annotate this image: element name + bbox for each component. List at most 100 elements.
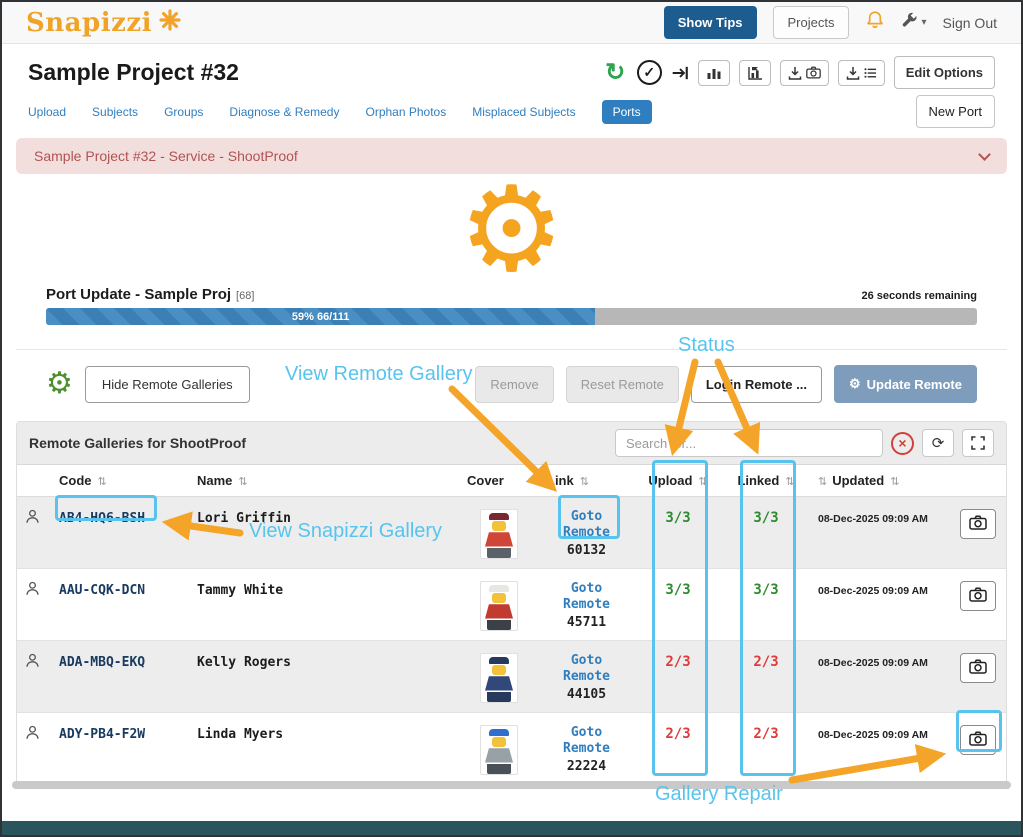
- projects-button[interactable]: Projects: [772, 6, 850, 39]
- gallery-repair-button[interactable]: [960, 509, 996, 539]
- download-photos-button[interactable]: [779, 59, 829, 86]
- bar-chart-button[interactable]: [697, 59, 730, 86]
- progress-bar: 59% 66/111: [46, 308, 977, 325]
- check-status-icon[interactable]: ✓: [636, 60, 662, 85]
- remove-button[interactable]: Remove: [475, 365, 554, 403]
- horizontal-scrollbar[interactable]: [12, 781, 1011, 789]
- tab-upload[interactable]: Upload: [28, 105, 66, 119]
- col-header-linked[interactable]: Linked ⇅: [722, 465, 810, 497]
- goto-remote-link[interactable]: Goto Remote: [558, 509, 616, 541]
- updated-timestamp: 08-Dec-2025 09:09 AM: [818, 585, 928, 597]
- hide-remote-galleries-button[interactable]: Hide Remote Galleries: [84, 365, 250, 403]
- table-row: ADY-PB4-F2W Linda Myers Goto Remote 22224…: [17, 713, 1006, 785]
- fullscreen-button[interactable]: [962, 429, 994, 457]
- top-bar: Snapizzi Show Tips Projects ▾ Sign Out: [2, 2, 1021, 44]
- page-header: Sample Project #32 ↻ ✓ Edit Options: [2, 44, 1021, 91]
- code-link[interactable]: AAU-CQK-DCN: [59, 583, 145, 598]
- sync-status-icon[interactable]: ↻: [603, 59, 628, 86]
- tab-groups[interactable]: Groups: [164, 105, 203, 119]
- sort-amount-icon: ⇅: [818, 476, 828, 488]
- panel-title: Remote Galleries for ShootProof: [29, 435, 247, 451]
- chevron-down-icon: [978, 147, 991, 161]
- updated-timestamp: 08-Dec-2025 09:09 AM: [818, 513, 928, 525]
- remote-id: 44105: [566, 687, 607, 702]
- search-input[interactable]: [615, 429, 883, 457]
- goto-remote-link[interactable]: Goto Remote: [558, 581, 616, 613]
- sort-icon: ⇅: [890, 476, 900, 488]
- wrench-icon: [901, 12, 918, 34]
- linked-count: 3/3: [753, 582, 779, 598]
- update-remote-button[interactable]: ⚙ Update Remote: [833, 365, 977, 403]
- new-port-button[interactable]: New Port: [915, 95, 995, 128]
- progress-label: 59% 66/111: [291, 310, 350, 323]
- col-header-code[interactable]: Code ⇅: [51, 465, 189, 497]
- code-link[interactable]: ADA-MBQ-EKQ: [59, 655, 145, 670]
- updated-timestamp: 08-Dec-2025 09:09 AM: [818, 657, 928, 669]
- linked-count: 2/3: [753, 654, 779, 670]
- gear-icon: ⚙: [848, 376, 861, 391]
- code-link[interactable]: AB4-HQ6-BSH: [59, 511, 145, 526]
- port-settings-gear-icon[interactable]: ⚙: [46, 369, 73, 399]
- table-row: AAU-CQK-DCN Tammy White Goto Remote 45711…: [17, 569, 1006, 641]
- tools-menu[interactable]: ▾: [901, 12, 927, 34]
- reset-remote-button[interactable]: Reset Remote: [565, 365, 679, 403]
- progress-time-remaining: 26 seconds remaining: [861, 290, 977, 302]
- table-header-row: Code ⇅ Name ⇅ Cover Link ⇅ Upload ⇅ Linked ⇅ …: [17, 465, 1006, 497]
- tab-diagnose-remedy[interactable]: Diagnose & Remedy: [229, 105, 339, 119]
- cover-thumbnail: [480, 509, 518, 559]
- upload-count: 2/3: [665, 726, 691, 742]
- person-icon: [25, 581, 40, 600]
- annotation-status: Status: [678, 334, 735, 356]
- report-chart-button[interactable]: [738, 59, 771, 86]
- goto-remote-link[interactable]: Goto Remote: [558, 653, 616, 685]
- sort-icon: ⇅: [579, 476, 589, 488]
- linked-count: 3/3: [753, 510, 779, 526]
- upload-count: 3/3: [665, 510, 691, 526]
- tab-misplaced-subjects[interactable]: Misplaced Subjects: [472, 105, 575, 119]
- tab-orphan-photos[interactable]: Orphan Photos: [365, 105, 446, 119]
- download-list-button[interactable]: [837, 59, 885, 86]
- cover-thumbnail: [480, 653, 518, 703]
- col-header-cover: Cover: [459, 465, 539, 497]
- logo-asterisk-icon: [159, 9, 181, 36]
- export-login-icon[interactable]: [671, 64, 689, 82]
- goto-remote-link[interactable]: Goto Remote: [558, 725, 616, 757]
- camera-icon: [969, 659, 987, 677]
- col-header-updated[interactable]: ⇅ Updated ⇅: [810, 465, 950, 497]
- gallery-repair-button[interactable]: [960, 581, 996, 611]
- remote-id: 45711: [566, 615, 607, 630]
- progress-title: Port Update - Sample Proj: [46, 286, 232, 303]
- tab-subjects[interactable]: Subjects: [92, 105, 138, 119]
- notifications-bell-icon[interactable]: [865, 10, 885, 35]
- progress-count-badge: [68]: [236, 290, 255, 302]
- col-header-link[interactable]: Link ⇅: [539, 465, 634, 497]
- show-tips-button[interactable]: Show Tips: [663, 6, 757, 39]
- gallery-repair-button[interactable]: [960, 653, 996, 683]
- person-icon: [25, 653, 40, 672]
- remote-galleries-table: Code ⇅ Name ⇅ Cover Link ⇅ Upload ⇅ Linked ⇅ …: [17, 465, 1006, 785]
- code-link[interactable]: ADY-PB4-F2W: [59, 727, 145, 742]
- footer-strip: [2, 821, 1021, 835]
- col-header-upload[interactable]: Upload ⇅: [634, 465, 722, 497]
- refresh-button[interactable]: ⟳: [922, 429, 954, 457]
- tab-ports[interactable]: Ports: [601, 99, 652, 124]
- subject-name: Lori Griffin: [197, 511, 291, 526]
- edit-options-button[interactable]: Edit Options: [893, 56, 995, 89]
- service-panel-title: Sample Project #32 - Service - ShootProo…: [34, 148, 298, 164]
- sort-icon: ⇅: [698, 476, 708, 488]
- sign-out-link[interactable]: Sign Out: [943, 15, 997, 31]
- update-remote-label: Update Remote: [866, 376, 962, 392]
- person-icon: [25, 725, 40, 744]
- clear-search-button[interactable]: ×: [891, 431, 914, 455]
- logo-text: Snapizzi: [26, 7, 152, 38]
- col-header-select: [17, 465, 51, 497]
- sort-icon: ⇅: [785, 476, 795, 488]
- tab-bar: Upload Subjects Groups Diagnose & Remedy…: [2, 91, 1021, 138]
- gallery-toolbar: ⚙ Hide Remote Galleries Remove Reset Rem…: [2, 365, 1021, 403]
- caret-down-icon: ▾: [921, 17, 927, 28]
- col-header-name[interactable]: Name ⇅: [189, 465, 459, 497]
- linked-count: 2/3: [753, 726, 779, 742]
- login-remote-button[interactable]: Login Remote ...: [690, 365, 822, 403]
- remote-id: 60132: [566, 543, 607, 558]
- gallery-repair-button[interactable]: [960, 725, 996, 755]
